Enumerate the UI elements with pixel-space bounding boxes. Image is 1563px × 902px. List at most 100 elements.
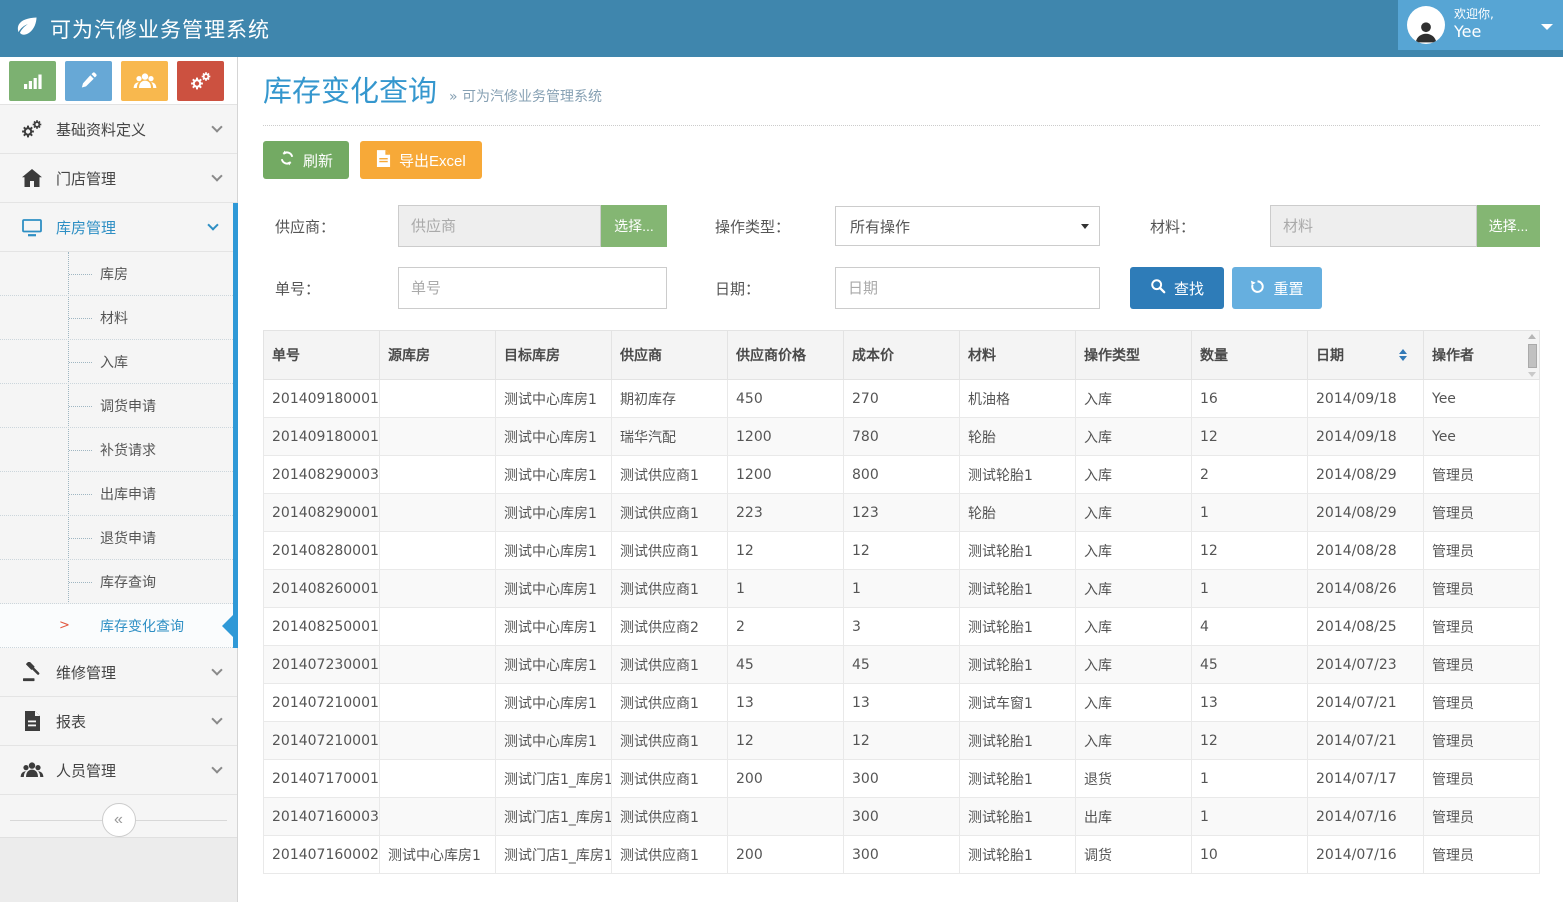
sidebar-item-inbound[interactable]: 入库	[0, 340, 233, 384]
users-button[interactable]	[121, 61, 168, 101]
sidebar-item-warehouse[interactable]: 库房	[0, 252, 233, 296]
column-header-9[interactable]: 日期	[1308, 331, 1424, 380]
column-header-0[interactable]: 单号	[264, 331, 380, 380]
sidebar-item-store-management[interactable]: 门店管理	[0, 154, 237, 203]
table-row[interactable]: 201408280001测试中心库房1测试供应商11212测试轮胎1入库1220…	[264, 532, 1540, 570]
table-cell: 出库	[1076, 798, 1192, 836]
table-row[interactable]: 201408260001测试中心库房1测试供应商111测试轮胎1入库12014/…	[264, 570, 1540, 608]
home-icon	[18, 169, 45, 187]
sidebar-item-replenish-request[interactable]: 补货请求	[0, 428, 233, 472]
sidebar-item-inventory-query[interactable]: 库存查询	[0, 560, 233, 604]
filter-row-1: 供应商： 选择... 操作类型： 所有操作 材料： 选择...	[263, 205, 1540, 247]
order-no-label: 单号：	[275, 278, 398, 299]
table-cell: 测试供应商1	[612, 798, 728, 836]
sidebar-item-label: 库房管理	[56, 217, 209, 238]
column-header-5[interactable]: 成本价	[844, 331, 960, 380]
table-row[interactable]: 201409180001测试中心库房1瑞华汽配1200780轮胎入库122014…	[264, 418, 1540, 456]
table-row[interactable]: 201409180001测试中心库房1期初库存450270机油格入库162014…	[264, 380, 1540, 418]
table-cell: 入库	[1076, 608, 1192, 646]
supplier-input[interactable]	[398, 205, 601, 247]
table-row[interactable]: 201408290003测试中心库房1测试供应商11200800测试轮胎1入库2…	[264, 456, 1540, 494]
table-cell: 300	[844, 836, 960, 874]
table-cell: 入库	[1076, 380, 1192, 418]
sidebar-collapse-button[interactable]: «	[102, 803, 136, 837]
table-cell: 1	[844, 570, 960, 608]
table-cell: 管理员	[1424, 608, 1540, 646]
table-cell: 800	[844, 456, 960, 494]
table-row[interactable]: 201408290001测试中心库房1测试供应商1223123轮胎入库12014…	[264, 494, 1540, 532]
column-header-label: 单号	[272, 348, 300, 364]
table-cell: 13	[1192, 684, 1308, 722]
scroll-down-icon[interactable]	[1528, 372, 1536, 377]
table-scrollbar[interactable]	[1525, 331, 1539, 380]
column-header-3[interactable]: 供应商	[612, 331, 728, 380]
material-choose-button[interactable]: 选择...	[1477, 205, 1540, 247]
table-cell: 2014/07/16	[1308, 836, 1424, 874]
sidebar-section-store-management: 门店管理	[0, 154, 237, 203]
table-row[interactable]: 201408250001测试中心库房1测试供应商223测试轮胎1入库42014/…	[264, 608, 1540, 646]
page-title: 库存变化查询	[263, 71, 437, 111]
sort-icon[interactable]	[1399, 349, 1407, 361]
table-row[interactable]: 201407230001测试中心库房1测试供应商14545测试轮胎1入库4520…	[264, 646, 1540, 684]
sidebar-section-warehouse-management: 库房管理库房材料入库调货申请补货请求出库申请退货申请库存查询>库存变化查询	[0, 203, 238, 648]
table-cell	[380, 608, 496, 646]
table-cell: 测试供应商2	[612, 608, 728, 646]
table-cell: 10	[1192, 836, 1308, 874]
sidebar-item-material[interactable]: 材料	[0, 296, 233, 340]
material-input[interactable]	[1270, 205, 1477, 247]
export-excel-button[interactable]: 导出Excel	[360, 141, 482, 179]
column-header-label: 数量	[1200, 348, 1228, 364]
pencil-button[interactable]	[65, 61, 112, 101]
table-cell: 测试供应商1	[612, 570, 728, 608]
reset-button[interactable]: 重置	[1232, 267, 1322, 309]
operation-type-select[interactable]: 所有操作	[835, 206, 1100, 246]
search-button[interactable]: 查找	[1130, 267, 1224, 309]
table-row[interactable]: 201407160002测试中心库房1测试门店1_库房1测试供应商1200300…	[264, 836, 1540, 874]
table-cell: 300	[844, 760, 960, 798]
user-menu[interactable]: 欢迎你, Yee	[1398, 0, 1563, 50]
supplier-choose-button[interactable]: 选择...	[601, 205, 667, 247]
table-cell: 入库	[1076, 456, 1192, 494]
column-header-7[interactable]: 操作类型	[1076, 331, 1192, 380]
table-cell: 管理员	[1424, 494, 1540, 532]
table-row[interactable]: 201407210001测试中心库房1测试供应商11212测试轮胎1入库1220…	[264, 722, 1540, 760]
column-header-4[interactable]: 供应商价格	[728, 331, 844, 380]
gears-button[interactable]	[177, 61, 224, 101]
table-cell: 测试门店1_库房1	[496, 760, 612, 798]
table-cell: 201408250001	[264, 608, 380, 646]
sidebar-item-outbound-request[interactable]: 出库申请	[0, 472, 233, 516]
sidebar-item-return-request[interactable]: 退货申请	[0, 516, 233, 560]
column-header-1[interactable]: 源库房	[380, 331, 496, 380]
table-row[interactable]: 201407170001测试门店1_库房1测试供应商1200300测试轮胎1退货…	[264, 760, 1540, 798]
bar-chart-button[interactable]	[9, 61, 56, 101]
table-cell	[380, 456, 496, 494]
scroll-thumb[interactable]	[1528, 344, 1537, 368]
table-row[interactable]: 201407210001测试中心库房1测试供应商11313测试车窗1入库1320…	[264, 684, 1540, 722]
sidebar-collapse-row: «	[0, 802, 237, 838]
sidebar-item-warehouse-management[interactable]: 库房管理	[0, 203, 233, 252]
sidebar-item-reports[interactable]: 报表	[0, 697, 237, 746]
sidebar-item-transfer-request[interactable]: 调货申请	[0, 384, 233, 428]
active-arrow-icon: >	[59, 618, 70, 633]
results-table-wrap: 单号 源库房目标库房供应商供应商价格成本价材料操作类型数量 日期操作者 201409…	[263, 330, 1540, 874]
sidebar-item-base-data[interactable]: 基础资料定义	[0, 105, 237, 154]
column-header-2[interactable]: 目标库房	[496, 331, 612, 380]
scroll-up-icon[interactable]	[1528, 334, 1536, 339]
table-cell: 201407170001	[264, 760, 380, 798]
sidebar-item-repair-management[interactable]: 维修管理	[0, 648, 237, 697]
sidebar-item-staff-management[interactable]: 人员管理	[0, 746, 237, 795]
column-header-10[interactable]: 操作者	[1424, 331, 1540, 380]
table-cell: 1200	[728, 456, 844, 494]
table-cell: 2014/07/21	[1308, 684, 1424, 722]
sidebar-item-inventory-change-query[interactable]: >库存变化查询	[0, 604, 233, 648]
refresh-button[interactable]: 刷新	[263, 141, 349, 179]
table-row[interactable]: 201407160003测试门店1_库房1测试供应商1300测试轮胎1出库120…	[264, 798, 1540, 836]
table-cell	[380, 380, 496, 418]
date-input[interactable]	[835, 267, 1100, 309]
table-cell: 测试中心库房1	[496, 456, 612, 494]
column-header-6[interactable]: 材料	[960, 331, 1076, 380]
column-header-8[interactable]: 数量	[1192, 331, 1308, 380]
order-no-input[interactable]	[398, 267, 667, 309]
table-cell: 测试中心库房1	[496, 418, 612, 456]
table-cell	[380, 684, 496, 722]
